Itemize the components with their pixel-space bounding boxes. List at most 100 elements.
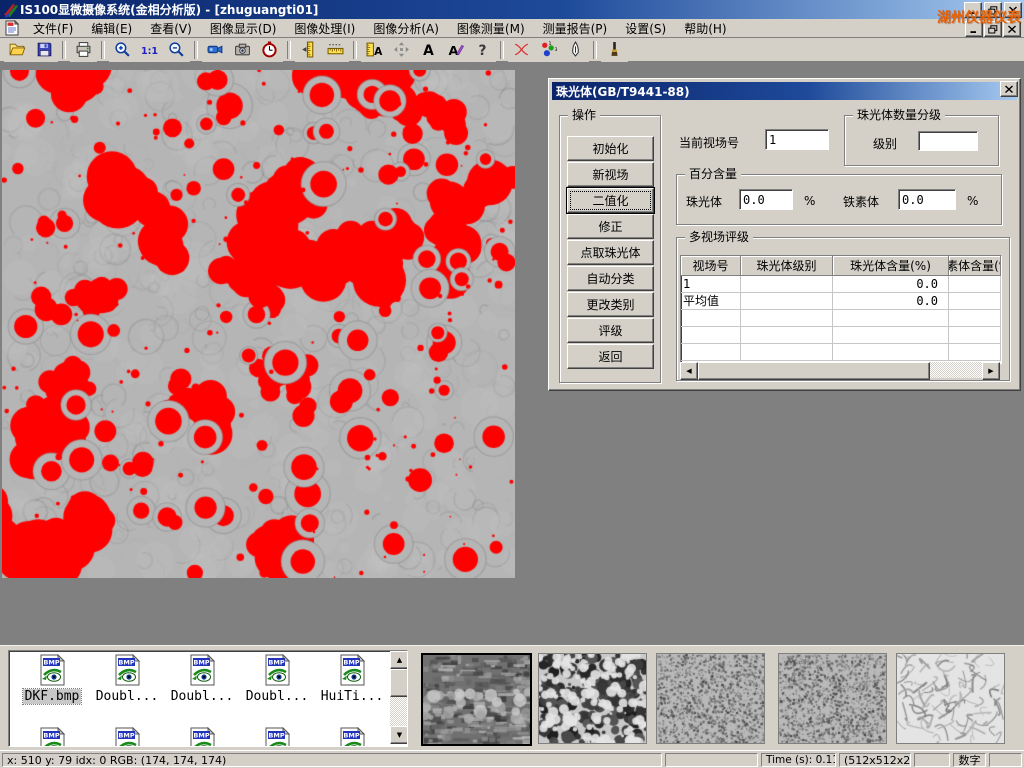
table-row-0[interactable]: 10.0	[681, 276, 1001, 293]
toolbar-camera-button[interactable]	[229, 38, 256, 62]
table-row-1[interactable]: 平均值0.0	[681, 293, 1001, 310]
table-row-4[interactable]	[681, 344, 1001, 361]
bmp-file-icon: BMP	[112, 675, 142, 689]
binarize-button[interactable]: 二值化	[567, 188, 654, 213]
menu-item-help[interactable]: 帮助(H)	[675, 18, 735, 39]
dialog-titlebar[interactable]: 珠光体(GB/T9441-88)	[552, 82, 1017, 100]
table-row-3[interactable]	[681, 327, 1001, 344]
new-field-button[interactable]: 新视场	[567, 162, 654, 187]
table-h-scrollbar[interactable]: ◀ ▶	[680, 362, 1000, 378]
thumbnail-image-1[interactable]	[538, 653, 647, 744]
toolbar-text-label-button[interactable]: A	[415, 38, 442, 62]
menu-item-image-analysis[interactable]: 图像分析(A)	[364, 18, 448, 39]
toolbar-move-button[interactable]	[388, 38, 415, 62]
scrollbar-thumb[interactable]	[390, 669, 408, 697]
pearlite-percent-input[interactable]	[739, 189, 793, 210]
menu-item-file[interactable]: 文件(F)	[24, 18, 82, 39]
multifield-table[interactable]: 视场号珠光体级别珠光体含量(%)铁素体含量(%)10.0平均值0.0	[680, 255, 1002, 364]
menu-item-edit[interactable]: 编辑(E)	[82, 18, 141, 39]
toolbar-print-button[interactable]	[70, 38, 97, 62]
measure-text-icon: A	[366, 41, 383, 58]
ferrite-unit: %	[967, 194, 978, 208]
table-cell	[949, 327, 1001, 344]
file-browser[interactable]: ▲ ▼ BMPDKF.bmpBMPBMPDoubl...BMPBMPDoubl.…	[8, 650, 408, 747]
menu-item-settings[interactable]: 设置(S)	[616, 18, 675, 39]
print-icon	[75, 41, 92, 58]
file-name: DKF.bmp	[23, 689, 82, 704]
table-cell	[681, 327, 741, 344]
initialize-button[interactable]: 初始化	[567, 136, 654, 161]
pearlite-unit: %	[804, 194, 815, 208]
menu-item-image-process[interactable]: 图像处理(I)	[285, 18, 364, 39]
file-item-4[interactable]: BMPHuiTi...	[315, 654, 389, 704]
mdi-restore-button[interactable]	[984, 21, 1002, 37]
file-v-scrollbar[interactable]: ▲ ▼	[390, 651, 407, 744]
ferrite-percent-input[interactable]	[898, 189, 956, 210]
toolbar-zoom-in-button[interactable]	[109, 38, 136, 62]
table-cell	[741, 327, 833, 344]
menu-item-view[interactable]: 查看(V)	[141, 18, 201, 39]
scrollbar-thumb[interactable]	[698, 362, 930, 380]
file-item-row2-4[interactable]: BMP	[315, 727, 389, 747]
file-item-0[interactable]: BMPDKF.bmp	[15, 654, 89, 704]
file-item-2[interactable]: BMPDoubl...	[165, 654, 239, 704]
restore-button[interactable]	[984, 2, 1002, 18]
thumbnail-image-0[interactable]	[421, 653, 532, 746]
table-cell	[741, 276, 833, 293]
toolbar-zoom-out-button[interactable]	[163, 38, 190, 62]
ruler-icon	[327, 41, 344, 58]
toolbar-text-edit-button[interactable]: A	[442, 38, 469, 62]
actual-size-icon: 1:1	[141, 41, 158, 58]
mdi-minimize-button[interactable]	[965, 21, 983, 37]
toolbar-measure-text-button[interactable]: A	[361, 38, 388, 62]
thumbnail-image-4[interactable]	[896, 653, 1005, 744]
scroll-up-icon[interactable]: ▲	[390, 651, 408, 669]
toolbar-actual-size-button[interactable]: 1:1	[136, 38, 163, 62]
change-class-button[interactable]: 更改类别	[567, 292, 654, 317]
menu-item-image-display[interactable]: 图像显示(D)	[201, 18, 286, 39]
metallographic-image[interactable]	[2, 70, 515, 578]
video-camera-icon	[207, 41, 224, 58]
minimize-button[interactable]	[964, 2, 982, 18]
toolbar-help-button[interactable]: ?	[469, 38, 496, 62]
window-title: IS100显微摄像系统(金相分析版) - [zhuguangti01]	[20, 1, 318, 18]
toolbar-count-points-button[interactable]: 13	[535, 38, 562, 62]
menu-item-measure-report[interactable]: 测量报告(P)	[534, 18, 617, 39]
table-row-2[interactable]	[681, 310, 1001, 327]
file-item-row2-2[interactable]: BMP	[165, 727, 239, 747]
pick-pearlite-button[interactable]: 点取珠光体	[567, 240, 654, 265]
table-header-2: 珠光体含量(%)	[833, 256, 949, 276]
correct-button[interactable]: 修正	[567, 214, 654, 239]
zoom-in-icon	[114, 41, 131, 58]
toolbar-video-camera-button[interactable]	[202, 38, 229, 62]
dialog-close-button[interactable]	[1000, 81, 1018, 97]
toolbar-curve-tool-button[interactable]	[508, 38, 535, 62]
toolbar-timer-button[interactable]	[256, 38, 283, 62]
file-item-3[interactable]: BMPDoubl...	[240, 654, 314, 704]
toolbar-pen-button[interactable]	[562, 38, 589, 62]
scroll-right-icon[interactable]: ▶	[982, 362, 1000, 380]
table-cell	[949, 276, 1001, 293]
scroll-left-icon[interactable]: ◀	[680, 362, 698, 380]
scroll-down-icon[interactable]: ▼	[390, 726, 408, 744]
file-item-1[interactable]: BMPDoubl...	[90, 654, 164, 704]
toolbar-save-button[interactable]	[31, 38, 58, 62]
menu-item-image-measure[interactable]: 图像测量(M)	[448, 18, 534, 39]
mdi-close-button[interactable]	[1003, 21, 1021, 37]
rate-button[interactable]: 评级	[567, 318, 654, 343]
thumbnail-image-3[interactable]	[778, 653, 887, 744]
file-item-row2-0[interactable]: BMP	[15, 727, 89, 747]
return-button[interactable]: 返回	[567, 344, 654, 369]
auto-classify-button[interactable]: 自动分类	[567, 266, 654, 291]
toolbar-ruler-button[interactable]	[322, 38, 349, 62]
file-item-row2-3[interactable]: BMP	[240, 727, 314, 747]
thumbnail-image-2[interactable]	[656, 653, 765, 744]
file-item-row2-1[interactable]: BMP	[90, 727, 164, 747]
current-field-input[interactable]	[765, 129, 829, 150]
toolbar-caliper-button[interactable]	[295, 38, 322, 62]
toolbar-brush-button[interactable]	[601, 38, 628, 62]
document-icon[interactable]	[4, 20, 20, 36]
level-input[interactable]	[918, 131, 978, 151]
toolbar-open-button[interactable]	[4, 38, 31, 62]
close-button[interactable]	[1004, 2, 1022, 18]
